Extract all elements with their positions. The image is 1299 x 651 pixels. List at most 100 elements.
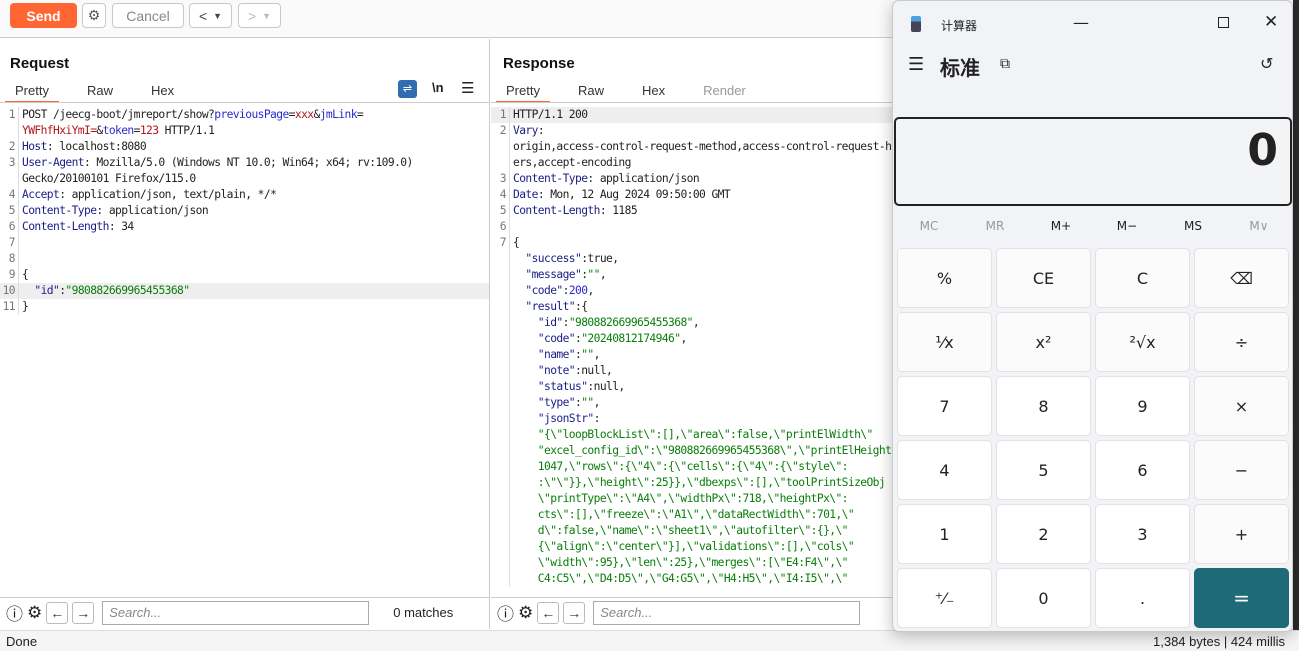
calc-key-16[interactable]: 1 [897,504,992,564]
previous-match-button[interactable]: ← [46,601,69,624]
response-search-input[interactable]: Search... [593,600,861,625]
next-match-button[interactable]: → [72,601,95,624]
calculator-display: 0 [894,117,1292,206]
code-token: cts\":[],\"freeze\":\"A1\",\"dataRectWid… [513,508,855,521]
code-token: POST /jeecg-boot/jmreport/show? [22,108,215,121]
settings-gear-icon[interactable]: ⚙ [27,603,42,623]
line-number [491,507,510,523]
chevron-down-icon[interactable]: ▼ [213,11,222,21]
previous-match-button[interactable]: ← [537,601,560,624]
tab-render[interactable]: Render [693,81,756,103]
word-wrap-icon[interactable]: ⇌ [398,80,417,98]
line-number: 8 [0,251,19,267]
code-token: { [22,268,29,281]
code-line: 1047,\"rows\":{\"4\":{\"cells\":{\"4\":{… [491,459,893,475]
calc-key-21[interactable]: 0 [996,568,1091,628]
request-editor[interactable]: 1 POST /jeecg-boot/jmreport/show? previous… [0,107,489,315]
send-button[interactable]: Send [10,3,77,28]
code-token: Date [513,188,538,201]
settings-gear-icon[interactable]: ⚙ [82,3,106,28]
calc-key-0[interactable]: % [897,248,992,308]
code-token: "result" [513,300,576,313]
minimize-icon[interactable]: — [1073,13,1089,32]
calc-key-22[interactable]: . [1095,568,1190,628]
line-number [491,155,510,171]
calc-key-5[interactable]: x² [996,312,1091,372]
calc-key-8[interactable]: 7 [897,376,992,436]
display-value: 0 [1247,125,1278,176]
tab-pretty[interactable]: Pretty [496,81,550,103]
calc-key-20[interactable]: ⁺⁄₋ [897,568,992,628]
request-search-bar: ⓘ ⚙ ← → Search... 0 matches [0,597,489,627]
cancel-button[interactable]: Cancel [112,3,184,28]
tab-raw[interactable]: Raw [568,81,614,103]
memory-button-ms4[interactable]: MS [1160,219,1226,233]
calc-key-1[interactable]: CE [996,248,1091,308]
code-token: xxx [294,108,314,121]
response-editor[interactable]: 1 HTTP/1.1 200 2 Vary: origin,access-control… [491,107,893,587]
calc-key-18[interactable]: 3 [1095,504,1190,564]
memory-button-mr1[interactable]: MR [962,219,1028,233]
tab-raw[interactable]: Raw [77,81,123,103]
code-token: "code" [513,284,563,297]
tab-hex[interactable]: Hex [141,81,184,103]
code-line: 2 Host: localhost:8080 [0,139,489,155]
code-line: "type": "", [491,395,893,411]
calc-key-4[interactable]: ¹⁄x [897,312,992,372]
tab-pretty[interactable]: Pretty [5,81,59,103]
code-line: \"printType\":\"A4\",\"widthPx\":718,\"h… [491,491,893,507]
forward-button[interactable]: > ▼ [238,3,281,28]
line-number [491,411,510,427]
code-token: Content-Type [22,204,97,217]
calc-key-11[interactable]: × [1194,376,1289,436]
history-icon[interactable]: ↺ [1260,54,1273,73]
code-token: , [599,268,607,281]
newline-toggle[interactable]: \n [432,80,444,95]
line-number: 1 [491,107,510,123]
tab-hex[interactable]: Hex [632,81,675,103]
back-button[interactable]: < ▼ [189,3,232,28]
line-number: 3 [491,171,510,187]
next-match-button[interactable]: → [563,601,586,624]
calc-key-9[interactable]: 8 [996,376,1091,436]
calc-key-13[interactable]: 5 [996,440,1091,500]
hamburger-menu-icon[interactable]: ☰ [908,54,924,75]
menu-icon[interactable]: ☰ [461,79,474,97]
calc-key-6[interactable]: ²√x [1095,312,1190,372]
keep-on-top-icon[interactable]: ⧉ [1000,56,1010,72]
calc-key-2[interactable]: C [1095,248,1190,308]
divider [0,102,489,103]
code-line: ers,accept-encoding [491,155,893,171]
calc-key-10[interactable]: 9 [1095,376,1190,436]
request-search-input[interactable]: Search... [102,600,370,625]
memory-button-m3[interactable]: M− [1094,219,1160,233]
maximize-icon[interactable] [1218,17,1229,28]
settings-gear-icon[interactable]: ⚙ [518,603,533,623]
calc-key-17[interactable]: 2 [996,504,1091,564]
code-line: {\"align\":\"center\"}],\"validations\":… [491,539,893,555]
calc-key-7[interactable]: ÷ [1194,312,1289,372]
help-icon[interactable]: ⓘ [6,600,23,625]
code-token: Gecko/20100101 Firefox/115.0 [22,172,196,185]
calc-key-14[interactable]: 6 [1095,440,1190,500]
code-token: : 1185 [599,204,638,217]
calc-key-12[interactable]: 4 [897,440,992,500]
memory-button-mc0[interactable]: MC [896,219,962,233]
help-icon[interactable]: ⓘ [497,600,514,625]
line-number [491,379,510,395]
response-tabs: Pretty Raw Hex Render [496,81,756,103]
line-number [491,267,510,283]
chevron-down-icon[interactable]: ▼ [262,11,271,21]
code-token: : application/json, text/plain, */* [59,188,277,201]
calc-key-15[interactable]: − [1194,440,1289,500]
calc-key-19[interactable]: + [1194,504,1289,564]
calc-key-23[interactable]: = [1194,568,1289,628]
calc-key-3[interactable]: ⌫ [1194,248,1289,308]
code-token: Content-Type [513,172,588,185]
close-icon[interactable]: ✕ [1264,12,1278,32]
code-line: 4 Date: Mon, 12 Aug 2024 09:50:00 GMT [491,187,893,203]
line-number: 10 [0,283,19,299]
memory-button-m5[interactable]: M∨ [1226,219,1292,233]
memory-button-m2[interactable]: M+ [1028,219,1094,233]
code-token: , [680,332,687,345]
